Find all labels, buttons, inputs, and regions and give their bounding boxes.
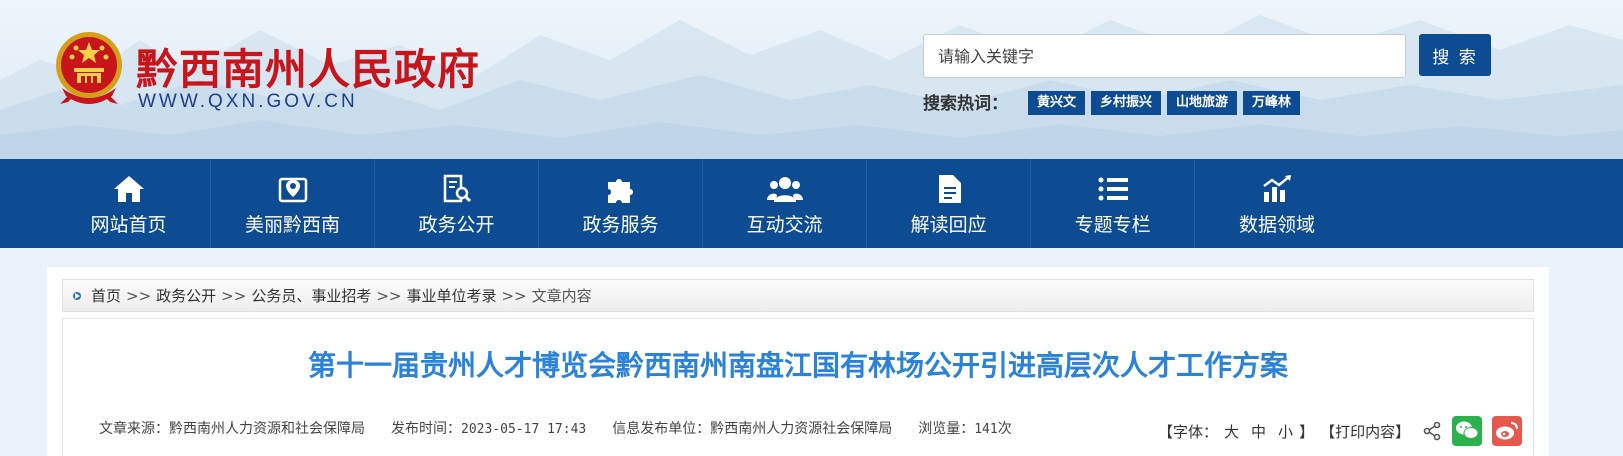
views-label: 浏览量： xyxy=(918,421,975,437)
nav-item-interaction[interactable]: 互动交流 xyxy=(703,159,868,248)
search-input[interactable] xyxy=(923,34,1406,78)
breadcrumb-institution-exam[interactable]: 事业单位考录 xyxy=(406,285,496,306)
nav-label: 解读回应 xyxy=(910,213,987,236)
breadcrumb-gov-affairs[interactable]: 政务公开 xyxy=(156,285,216,306)
publish-time-value: 2023-05-17 17:43 xyxy=(461,422,587,437)
nav-item-data[interactable]: 数据领域 xyxy=(1195,159,1359,248)
article-views: 浏览量：141次 xyxy=(918,418,1011,438)
publish-time-label: 发布时间： xyxy=(391,421,461,437)
font-medium-button[interactable]: 中 xyxy=(1251,421,1266,442)
font-large-button[interactable]: 大 xyxy=(1224,421,1239,442)
nav-item-home[interactable]: 网站首页 xyxy=(47,159,212,248)
site-title: 黔西南州人民政府 xyxy=(136,45,481,94)
national-emblem-logo xyxy=(56,32,122,104)
nav-label: 数据领域 xyxy=(1239,213,1316,236)
article-tools: 【字体： 大 中 小 】 【打印内容】 xyxy=(1158,416,1523,446)
breadcrumb-separator: >> xyxy=(376,286,402,305)
users-icon xyxy=(766,171,803,207)
bullet-icon xyxy=(73,291,81,300)
site-header: 黔西南州人民政府 WWW.QXN.GOV.CN 搜 索 搜索热词： 黄兴文 乡村… xyxy=(0,0,1623,159)
home-icon xyxy=(111,171,147,207)
article-title: 第十一届贵州人才博览会黔西南州南盘江国有林场公开引进高层次人才工作方案 xyxy=(307,349,1288,382)
views-value: 141 xyxy=(974,422,998,437)
article-source: 文章来源：黔西南州人力资源和社会保障局 xyxy=(99,421,365,437)
print-button[interactable]: 【打印内容】 xyxy=(1320,421,1410,442)
breadcrumb-current: 文章内容 xyxy=(531,287,592,305)
breadcrumb-recruitment[interactable]: 公务员、事业招考 xyxy=(251,285,371,306)
wechat-share-icon[interactable] xyxy=(1452,416,1483,446)
file-icon xyxy=(931,171,967,207)
site-url: WWW.QXN.GOV.CN xyxy=(138,91,358,112)
weibo-share-icon[interactable] xyxy=(1492,416,1523,446)
nav-label: 互动交流 xyxy=(746,213,823,236)
views-unit: 次 xyxy=(997,421,1012,437)
hot-search-label: 搜索热词： xyxy=(923,94,1008,114)
hot-tag[interactable]: 乡村振兴 xyxy=(1091,91,1162,115)
breadcrumb-separator: >> xyxy=(501,286,527,305)
breadcrumb-home[interactable]: 首页 xyxy=(91,285,121,306)
nav-item-interpretation[interactable]: 解读回应 xyxy=(867,159,1032,248)
breadcrumb-separator: >> xyxy=(221,286,247,305)
hot-search-tags: 黄兴文 乡村振兴 山地旅游 万峰林 xyxy=(1028,91,1301,115)
map-pin-icon xyxy=(275,171,311,207)
article-meta: 文章来源：黔西南州人力资源和社会保障局 发布时间：2023-05-17 17:4… xyxy=(99,418,1012,438)
breadcrumb-separator: >> xyxy=(126,286,152,305)
hot-tag[interactable]: 黄兴文 xyxy=(1028,91,1086,115)
breadcrumb: 首页 >> 政务公开 >> 公务员、事业招考 >> 事业单位考录 >> 文章内容 xyxy=(62,279,1534,312)
search-button[interactable]: 搜 索 xyxy=(1419,34,1491,76)
font-small-button[interactable]: 小 xyxy=(1278,421,1293,442)
puzzle-icon xyxy=(603,171,639,207)
nav-label: 美丽黔西南 xyxy=(245,213,341,236)
nav-label: 政务公开 xyxy=(418,213,495,236)
font-size-close: 】 xyxy=(1299,422,1315,441)
article-publisher: 信息发布单位：黔西南州人力资源社会保障局 xyxy=(612,421,893,437)
share-icon[interactable] xyxy=(1422,421,1442,441)
hot-tag[interactable]: 万峰林 xyxy=(1243,91,1301,115)
document-search-icon xyxy=(439,171,475,207)
hot-tag[interactable]: 山地旅游 xyxy=(1167,91,1238,115)
nav-label: 网站首页 xyxy=(90,213,167,236)
list-icon xyxy=(1095,171,1131,207)
font-size-label: 【字体： xyxy=(1158,422,1219,441)
nav-label: 政务服务 xyxy=(582,213,659,236)
nav-item-beautiful-qxn[interactable]: 美丽黔西南 xyxy=(211,159,376,248)
nav-label: 专题专栏 xyxy=(1074,213,1151,236)
chart-icon xyxy=(1259,171,1295,207)
article-publish-time: 发布时间：2023-05-17 17:43 xyxy=(391,418,586,438)
nav-item-special-topics[interactable]: 专题专栏 xyxy=(1031,159,1196,248)
nav-item-gov-affairs-open[interactable]: 政务公开 xyxy=(375,159,540,248)
nav-item-gov-services[interactable]: 政务服务 xyxy=(539,159,704,248)
main-nav: 网站首页 美丽黔西南 政务公开 政务服务 互动交流 解读回应 专题专栏 数据领域 xyxy=(0,159,1623,248)
